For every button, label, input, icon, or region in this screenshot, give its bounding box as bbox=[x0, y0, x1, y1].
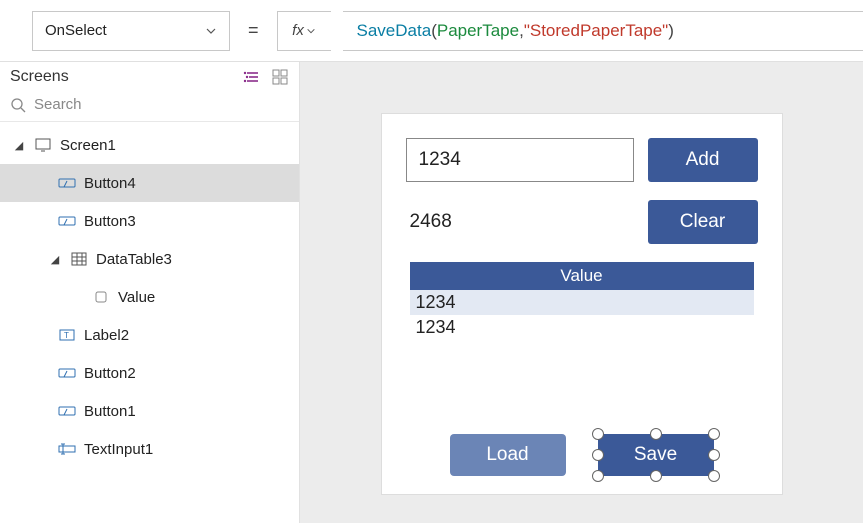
grid-view-icon[interactable] bbox=[271, 68, 289, 86]
tree-item-screen1[interactable]: ◢ Screen1 bbox=[0, 126, 299, 164]
tree-search-placeholder: Search bbox=[34, 96, 82, 113]
tree-item-value-column[interactable]: Value bbox=[0, 278, 299, 316]
tree-item-label: DataTable3 bbox=[96, 251, 172, 268]
canvas-area[interactable]: 1234 Add 2468 Clear Value 1234 1234 Loa bbox=[300, 62, 863, 523]
equals-sign: = bbox=[242, 20, 265, 41]
formula-token-ident: PaperTape bbox=[437, 21, 519, 41]
collapse-icon[interactable]: ◢ bbox=[48, 253, 62, 266]
chevron-down-icon bbox=[205, 25, 217, 37]
text-input-1[interactable]: 1234 bbox=[406, 138, 634, 182]
table-row[interactable]: 1234 bbox=[410, 290, 754, 315]
formula-token-func: SaveData bbox=[357, 21, 432, 41]
load-button-label: Load bbox=[486, 444, 528, 466]
formula-token-string: "StoredPaperTape" bbox=[524, 21, 668, 41]
selection-handle[interactable] bbox=[708, 449, 720, 461]
svg-text:T: T bbox=[64, 331, 69, 340]
table-row[interactable]: 1234 bbox=[410, 315, 754, 340]
column-icon bbox=[92, 288, 110, 306]
selection-handle[interactable] bbox=[592, 470, 604, 482]
tree-item-button4[interactable]: Button4 bbox=[0, 164, 299, 202]
tree-item-button2[interactable]: Button2 bbox=[0, 354, 299, 392]
tree-item-label: Button3 bbox=[84, 213, 136, 230]
formula-token-close: ) bbox=[668, 21, 674, 41]
load-button[interactable]: Load bbox=[450, 434, 566, 476]
selection-handle[interactable] bbox=[650, 428, 662, 440]
save-button-selected[interactable]: Save bbox=[598, 434, 714, 476]
tree-item-label: Value bbox=[118, 289, 155, 306]
tree-item-label2[interactable]: T Label2 bbox=[0, 316, 299, 354]
selection-handle[interactable] bbox=[592, 428, 604, 440]
chevron-down-icon bbox=[306, 26, 316, 36]
tree-panel-title: Screens bbox=[10, 68, 69, 86]
tree-item-button1[interactable]: Button1 bbox=[0, 392, 299, 430]
tree-item-button3[interactable]: Button3 bbox=[0, 202, 299, 240]
selection-handle[interactable] bbox=[592, 449, 604, 461]
tree-search[interactable]: Search bbox=[0, 90, 299, 122]
data-table[interactable]: Value 1234 1234 bbox=[410, 262, 754, 340]
collapse-icon[interactable]: ◢ bbox=[12, 139, 26, 152]
app-screen: 1234 Add 2468 Clear Value 1234 1234 Loa bbox=[382, 114, 782, 494]
tree-item-label: Button1 bbox=[84, 403, 136, 420]
selection-handle[interactable] bbox=[708, 428, 720, 440]
tree-item-datatable3[interactable]: ◢ DataTable3 bbox=[0, 240, 299, 278]
tree-item-label: Button4 bbox=[84, 175, 136, 192]
save-button-label: Save bbox=[634, 444, 677, 466]
table-header-value: Value bbox=[410, 262, 754, 290]
button-icon bbox=[58, 364, 76, 382]
selection-handle[interactable] bbox=[708, 470, 720, 482]
property-selector-label: OnSelect bbox=[45, 22, 107, 39]
tree-item-label: Screen1 bbox=[60, 137, 116, 154]
label-icon: T bbox=[58, 326, 76, 344]
clear-button[interactable]: Clear bbox=[648, 200, 758, 244]
formula-bar[interactable]: SaveData( PaperTape, "StoredPaperTape" ) bbox=[343, 11, 863, 51]
button-icon bbox=[58, 174, 76, 192]
fx-button[interactable]: fx bbox=[277, 11, 331, 51]
table-icon bbox=[70, 250, 88, 268]
screen-icon bbox=[34, 136, 52, 154]
add-button[interactable]: Add bbox=[648, 138, 758, 182]
search-icon bbox=[10, 97, 26, 113]
tree-item-textinput1[interactable]: TextInput1 bbox=[0, 430, 299, 468]
label-2: 2468 bbox=[406, 211, 452, 233]
fx-label: fx bbox=[292, 22, 304, 39]
textinput-icon bbox=[58, 440, 76, 458]
selection-handle[interactable] bbox=[650, 470, 662, 482]
clear-button-label: Clear bbox=[680, 211, 725, 233]
tree-item-label: Button2 bbox=[84, 365, 136, 382]
button-icon bbox=[58, 402, 76, 420]
tree-panel: Screens Search bbox=[0, 62, 300, 523]
tree-item-label: Label2 bbox=[84, 327, 129, 344]
list-view-icon[interactable] bbox=[243, 68, 261, 86]
property-selector[interactable]: OnSelect bbox=[32, 11, 230, 51]
button-icon bbox=[58, 212, 76, 230]
add-button-label: Add bbox=[686, 149, 720, 171]
text-input-value: 1234 bbox=[419, 149, 461, 171]
tree-item-label: TextInput1 bbox=[84, 441, 153, 458]
